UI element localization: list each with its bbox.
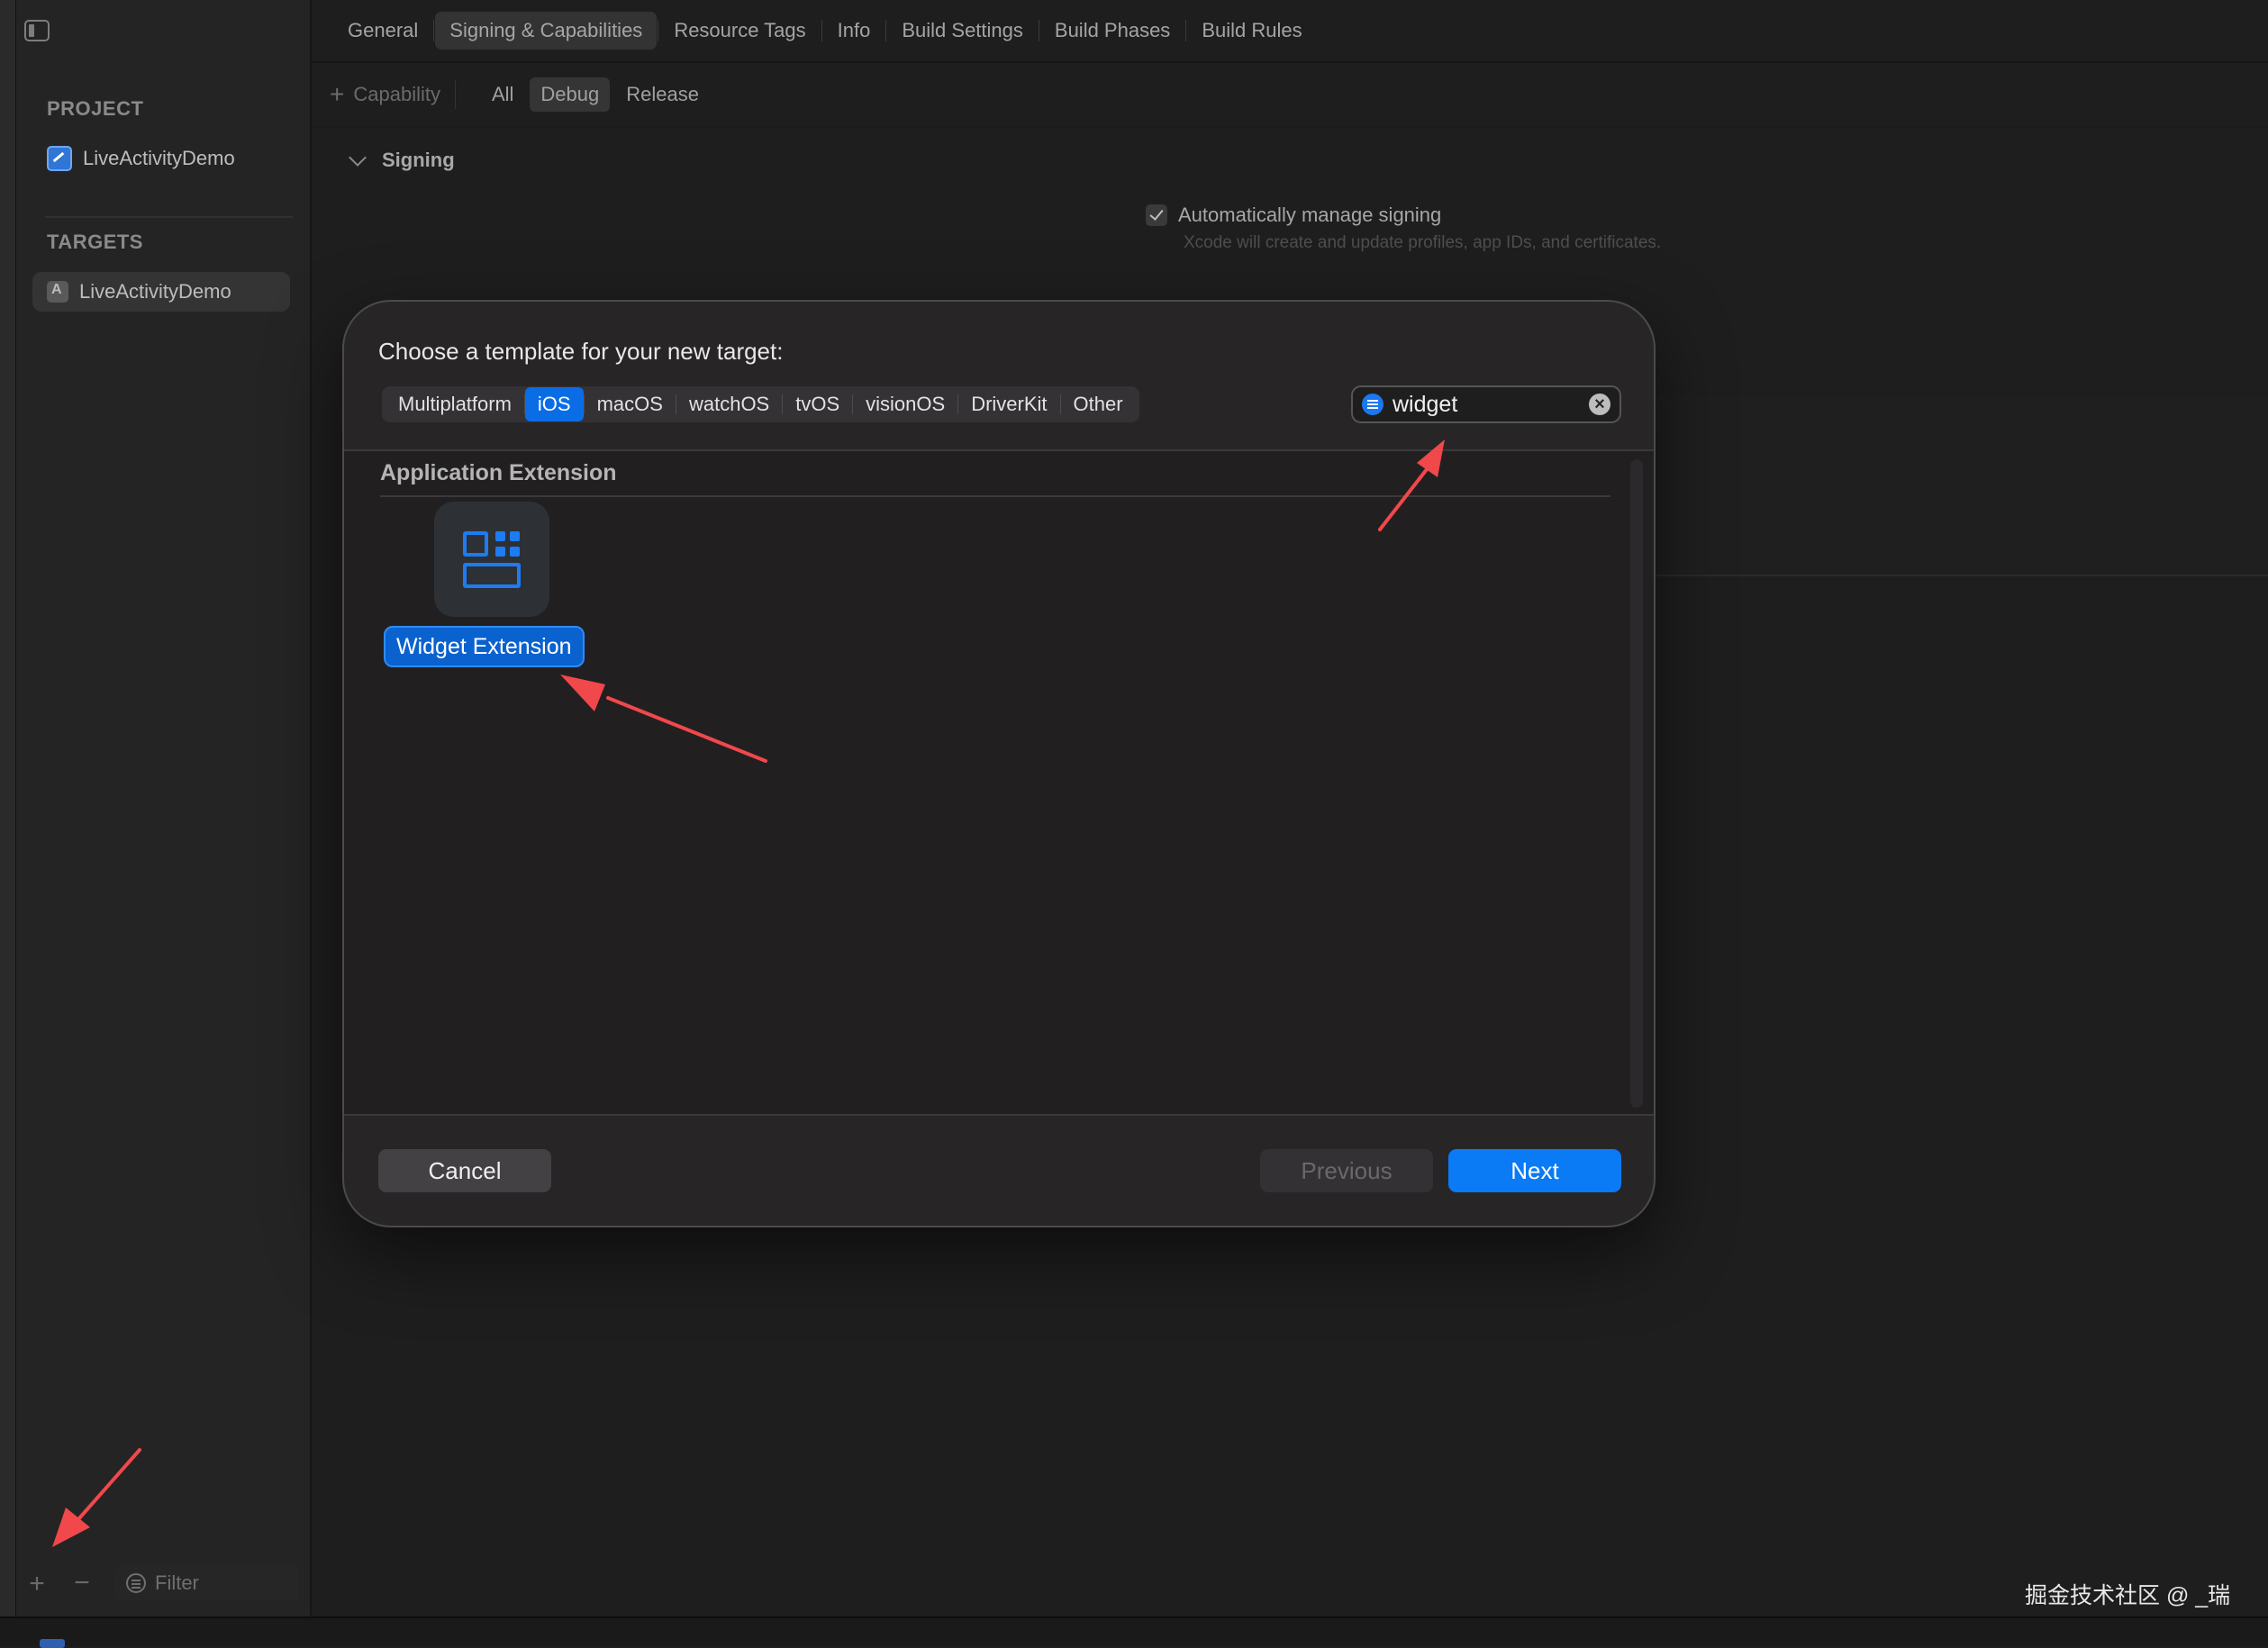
tab-build-settings[interactable]: Build Settings [887, 12, 1038, 50]
previous-button[interactable]: Previous [1260, 1149, 1433, 1192]
next-button[interactable]: Next [1448, 1149, 1621, 1192]
signing-section-header[interactable]: Signing [349, 149, 455, 172]
sidebar-toggle-icon[interactable] [24, 20, 50, 41]
add-target-button[interactable]: + [23, 1571, 50, 1598]
filter-field[interactable]: Filter [115, 1565, 299, 1601]
platform-driverkit[interactable]: DriverKit [958, 387, 1059, 421]
config-tab-debug[interactable]: Debug [530, 77, 611, 112]
widget-dot-icon [495, 547, 505, 557]
tab-resource-tags[interactable]: Resource Tags [659, 12, 820, 50]
platform-segmented-control: Multiplatform iOS macOS watchOS tvOS visionOS… [382, 386, 1139, 422]
platform-multiplatform[interactable]: Multiplatform [386, 387, 524, 421]
tab-separator [885, 20, 887, 41]
filter-placeholder: Filter [155, 1571, 199, 1594]
platform-ios[interactable]: iOS [524, 387, 584, 421]
widget-dot-icon [510, 531, 520, 541]
tab-separator [821, 20, 822, 41]
cancel-button[interactable]: Cancel [378, 1149, 551, 1192]
tab-info[interactable]: Info [823, 12, 885, 50]
auto-manage-signing-note: Xcode will create and update profiles, a… [1184, 233, 1662, 252]
widget-dot-icon [510, 547, 520, 557]
capability-label: Capability [353, 83, 440, 105]
platform-watchos[interactable]: watchOS [676, 387, 782, 421]
section-divider [380, 495, 1610, 497]
project-item[interactable]: LiveActivityDemo [32, 139, 290, 178]
tab-separator [1185, 20, 1187, 41]
sidebar-divider [45, 216, 293, 218]
target-item-label: LiveActivityDemo [79, 280, 231, 303]
filter-icon [1362, 394, 1383, 415]
widget-wide-icon [463, 563, 521, 588]
widget-dot-icon [495, 531, 505, 541]
section-title: Application Extension [380, 460, 617, 485]
config-tab-release[interactable]: Release [615, 77, 710, 112]
widget-extension-template-label[interactable]: Widget Extension [384, 626, 585, 667]
window-edge [0, 0, 16, 1646]
tab-build-rules[interactable]: Build Rules [1187, 12, 1316, 50]
xcode-project-icon [47, 146, 72, 171]
app-target-icon [47, 281, 68, 303]
targets-heading: TARGETS [47, 231, 143, 253]
capabilities-toolbar: + Capability All Debug Release [312, 63, 2268, 128]
tab-build-phases[interactable]: Build Phases [1040, 12, 1184, 50]
background-panel [1656, 396, 2268, 576]
platform-tvos[interactable]: tvOS [783, 387, 852, 421]
plus-icon: + [330, 80, 345, 108]
configuration-tabs: All Debug Release [481, 77, 710, 112]
config-tab-all[interactable]: All [481, 77, 524, 112]
tab-separator [433, 20, 435, 41]
project-item-label: LiveActivityDemo [83, 147, 235, 169]
target-item[interactable]: LiveActivityDemo [32, 272, 290, 312]
platform-visionos[interactable]: visionOS [853, 387, 957, 421]
scrollbar[interactable] [1630, 459, 1643, 1108]
editor-tab-bar: General Signing & Capabilities Resource Ta… [312, 0, 2268, 63]
checkbox-checked-icon[interactable] [1146, 204, 1167, 226]
filter-icon [126, 1573, 146, 1593]
remove-target-button[interactable]: − [68, 1570, 95, 1598]
auto-manage-signing-checkbox[interactable]: Automatically manage signing [1146, 204, 1441, 227]
tab-general[interactable]: General [333, 12, 432, 50]
platform-other[interactable]: Other [1061, 387, 1136, 421]
template-search-field[interactable]: widget × [1351, 385, 1621, 423]
auto-manage-signing-label: Automatically manage signing [1178, 204, 1442, 226]
platform-macos[interactable]: macOS [585, 387, 676, 421]
project-heading: PROJECT [47, 97, 144, 120]
status-bar [0, 1616, 2268, 1646]
sheet-title: Choose a template for your new target: [378, 338, 784, 365]
signing-title: Signing [382, 149, 455, 171]
chevron-down-icon [349, 149, 367, 167]
watermark-text: 掘金技术社区 @ _瑞 [2025, 1583, 2231, 1608]
widget-extension-template-icon[interactable] [434, 502, 549, 617]
new-target-template-sheet: Choose a template for your new target: M… [342, 300, 1656, 1227]
search-value: widget [1393, 391, 1458, 417]
tab-signing-capabilities[interactable]: Signing & Capabilities [435, 12, 658, 50]
add-capability-button[interactable]: + Capability [330, 80, 456, 109]
status-indicator-icon [40, 1639, 65, 1648]
clear-search-icon[interactable]: × [1589, 394, 1610, 415]
widget-square-icon [463, 531, 488, 557]
